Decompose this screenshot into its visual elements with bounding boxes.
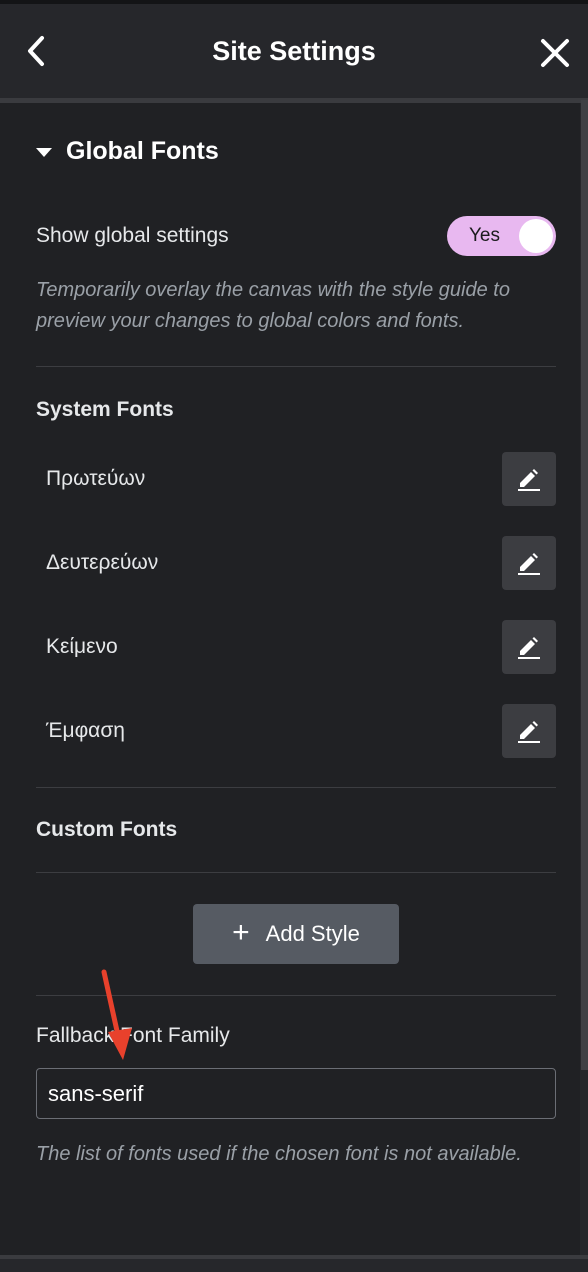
add-style-button[interactable]: + Add Style	[193, 904, 399, 964]
system-font-label: Πρωτεύων	[46, 467, 146, 490]
pencil-icon	[518, 721, 540, 743]
system-font-label: Δευτερεύων	[46, 551, 159, 574]
scrollbar[interactable]	[581, 100, 588, 1070]
close-button[interactable]	[538, 36, 572, 70]
panel-header: Site Settings	[0, 4, 588, 98]
panel-footer	[0, 1259, 588, 1272]
pencil-icon	[518, 469, 540, 491]
section-title: Global Fonts	[66, 137, 219, 165]
divider	[36, 366, 556, 367]
show-global-help-text: Temporarily overlay the canvas with the …	[36, 279, 510, 332]
system-font-label: Κείμενο	[46, 635, 118, 658]
caret-down-icon	[36, 148, 52, 157]
divider	[36, 872, 556, 873]
plus-icon: +	[232, 915, 250, 949]
fallback-help-text: The list of fonts used if the chosen fon…	[36, 1143, 522, 1165]
pencil-icon	[518, 637, 540, 659]
page-title: Site Settings	[212, 35, 376, 66]
divider	[36, 787, 556, 788]
system-fonts-heading: System Fonts	[36, 398, 174, 421]
show-global-settings-label: Show global settings	[36, 224, 229, 247]
edit-system-font-button[interactable]	[502, 620, 556, 674]
close-icon	[541, 39, 569, 67]
toggle-knob	[519, 219, 553, 253]
add-style-label: Add Style	[265, 921, 360, 946]
fallback-font-input[interactable]	[36, 1068, 556, 1119]
show-global-settings-toggle[interactable]: Yes	[447, 216, 556, 256]
system-font-label: Έμφαση	[46, 719, 125, 742]
edit-system-font-button[interactable]	[502, 704, 556, 758]
pencil-icon	[518, 553, 540, 575]
toggle-label: Yes	[469, 225, 500, 246]
annotation-arrow-icon	[101, 969, 132, 1060]
edit-system-font-button[interactable]	[502, 452, 556, 506]
edit-system-font-button[interactable]	[502, 536, 556, 590]
custom-fonts-heading: Custom Fonts	[36, 818, 178, 841]
section-toggle-global-fonts[interactable]: Global Fonts	[36, 137, 219, 166]
back-button[interactable]	[22, 34, 52, 68]
chevron-left-icon	[28, 36, 44, 66]
